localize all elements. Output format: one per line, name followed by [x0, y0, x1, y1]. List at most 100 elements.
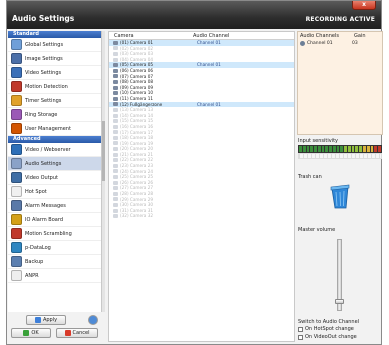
- ok-button-label: OK: [31, 330, 39, 336]
- alarm-icon: [11, 200, 22, 211]
- sidebar-item[interactable]: Hot Spot: [8, 185, 101, 199]
- camera-icon: [113, 74, 118, 79]
- meter-segment: [332, 146, 336, 152]
- camera-icon: [113, 169, 118, 174]
- camera-icon: [113, 180, 118, 185]
- hotspot-change-option[interactable]: On HotSpot change: [298, 326, 354, 332]
- sidebar-item[interactable]: Alarm Messages: [8, 199, 101, 213]
- col-gain[interactable]: Gain: [354, 32, 366, 40]
- camera-icon: [113, 79, 118, 84]
- camera-icon: [113, 197, 118, 202]
- sidebar-item-label: p-DataLog: [25, 244, 51, 251]
- input-sensitivity-scale[interactable]: [298, 153, 382, 159]
- sidebar-item-label: Motion Detection: [25, 83, 68, 90]
- scramble-icon: [11, 228, 22, 239]
- timer-icon: [11, 95, 22, 106]
- backup-icon: [11, 256, 22, 267]
- sidebar-section-heading[interactable]: Advanced: [8, 136, 101, 143]
- camera-row[interactable]: (32) Camera 32: [109, 213, 294, 219]
- apply-icon: [34, 317, 41, 323]
- camera-icon: [113, 191, 118, 196]
- user-icon: [11, 123, 22, 134]
- sidebar-item[interactable]: User Management: [8, 122, 101, 136]
- master-volume-label: Master volume: [298, 227, 336, 233]
- meter-segment: [299, 146, 302, 152]
- apply-button[interactable]: Apply: [26, 315, 66, 325]
- meter-segment: [336, 146, 340, 152]
- camera-icon: [113, 63, 118, 68]
- sidebar-section-heading[interactable]: Standard: [8, 31, 101, 38]
- sidebar-item[interactable]: p-DataLog: [8, 241, 101, 255]
- sidebar-scroll-thumb[interactable]: [102, 121, 105, 181]
- sidebar-item-label: Hot Spot: [25, 188, 47, 195]
- hotspot-checkbox[interactable]: [298, 326, 303, 332]
- sidebar-item[interactable]: Video Settings: [8, 66, 101, 80]
- input-sensitivity-label: Input sensitivity: [298, 138, 338, 144]
- camera-icon: [113, 147, 118, 152]
- sidebar-item[interactable]: Video Output: [8, 171, 101, 185]
- sidebar-item[interactable]: Global Settings: [8, 38, 101, 52]
- sidebar-item-label: Timer Settings: [25, 97, 62, 104]
- col-camera[interactable]: Camera: [109, 32, 193, 39]
- camera-icon: [113, 85, 118, 90]
- sidebar-item[interactable]: Audio Settings: [8, 157, 101, 171]
- meter-segment: [355, 146, 359, 152]
- input-sensitivity-meter: [298, 145, 382, 153]
- col-audio-channel[interactable]: Audio Channel: [193, 32, 229, 39]
- master-volume-thumb[interactable]: [335, 299, 344, 304]
- meter-segment: [329, 146, 332, 152]
- camera-icon: [113, 96, 118, 101]
- camera-table-header: Camera Audio Channel: [109, 32, 294, 40]
- sidebar-item-label: Motion Scrambling: [25, 230, 72, 237]
- help-icon[interactable]: [88, 315, 98, 325]
- trash-can-icon[interactable]: [330, 183, 350, 209]
- sidebar-item-label: IO Alarm Board: [25, 216, 63, 223]
- sidebar-scrollbar[interactable]: [101, 31, 105, 312]
- sidebar-item-label: Video Settings: [25, 69, 62, 76]
- sidebar-item-label: Video Output: [25, 174, 58, 181]
- camera-icon: [113, 208, 118, 213]
- sidebar-item-label: Global Settings: [25, 41, 64, 48]
- meter-segment: [347, 146, 351, 152]
- close-button[interactable]: x: [352, 1, 376, 10]
- camera-icon: [113, 68, 118, 73]
- col-audio-channels[interactable]: Audio Channels: [300, 32, 354, 40]
- meter-segment: [325, 146, 329, 152]
- sidebar-item-label: User Management: [25, 125, 71, 132]
- audio-channel-row[interactable]: Channel 01 03: [298, 40, 382, 47]
- audio-channels-list: Audio Channels Gain Channel 01 03: [297, 31, 383, 135]
- camera-icon: [113, 51, 118, 56]
- videoout-label: On VideoOut change: [305, 334, 357, 340]
- sidebar-item[interactable]: IO Alarm Board: [8, 213, 101, 227]
- meter-segment: [302, 146, 306, 152]
- motion-icon: [11, 81, 22, 92]
- meter-segment: [317, 146, 321, 152]
- camera-icon: [113, 119, 118, 124]
- camera-icon: [113, 158, 118, 163]
- videoout-checkbox[interactable]: [298, 334, 303, 340]
- image-icon: [11, 53, 22, 64]
- sidebar-item-label: Ring Storage: [25, 111, 58, 118]
- sidebar-item[interactable]: Motion Detection: [8, 80, 101, 94]
- meter-segment: [363, 146, 366, 152]
- sidebar-item[interactable]: Image Settings: [8, 52, 101, 66]
- hotspot-label: On HotSpot change: [305, 326, 354, 332]
- ok-button[interactable]: OK: [11, 328, 51, 338]
- camera-icon: [113, 107, 118, 112]
- sidebar-item[interactable]: Timer Settings: [8, 94, 101, 108]
- camera-icon: [113, 135, 118, 140]
- sidebar-item[interactable]: ANPR: [8, 269, 101, 283]
- sidebar-item[interactable]: Backup: [8, 255, 101, 269]
- sidebar-item[interactable]: Video / Webserver: [8, 143, 101, 157]
- cancel-button-label: Cancel: [72, 330, 90, 336]
- meter-segment: [321, 146, 325, 152]
- camera-icon: [113, 186, 118, 191]
- recording-status: RECORDING ACTIVE: [305, 16, 375, 23]
- ok-icon: [23, 330, 30, 336]
- audio-icon: [11, 158, 22, 169]
- camera-icon: [113, 203, 118, 208]
- sidebar-item[interactable]: Motion Scrambling: [8, 227, 101, 241]
- sidebar-item[interactable]: Ring Storage: [8, 108, 101, 122]
- videoout-change-option[interactable]: On VideoOut change: [298, 334, 357, 340]
- cancel-button[interactable]: Cancel: [56, 328, 98, 338]
